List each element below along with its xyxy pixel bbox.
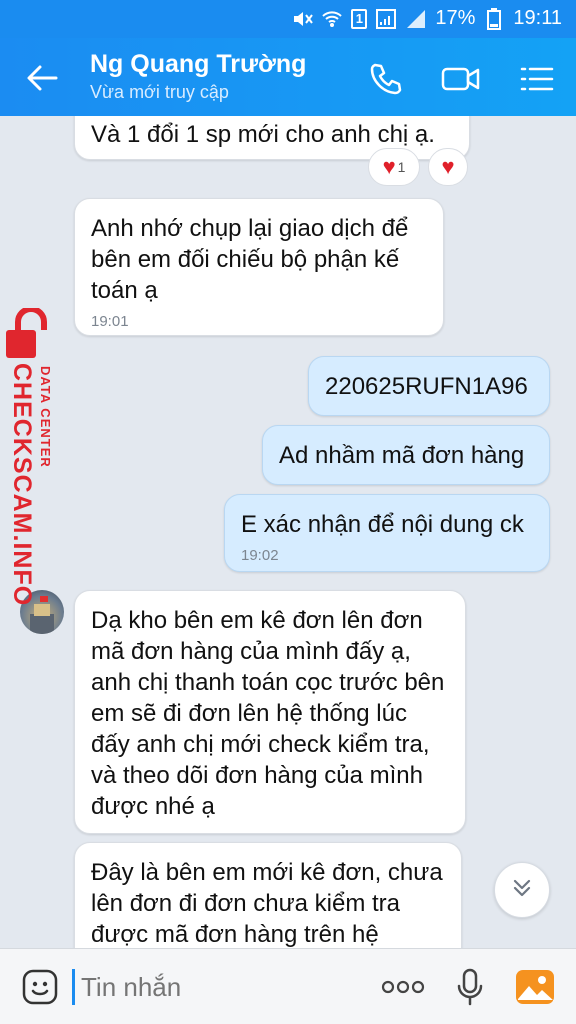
react-button[interactable]: ♥	[428, 148, 468, 186]
battery-percent: 17%	[435, 7, 476, 29]
chat-header: Ng Quang Trường Vừa mới truy cập	[0, 38, 576, 116]
message-incoming[interactable]: Đây là bên em mới kê đơn, chưa lên đơn đ…	[74, 842, 462, 948]
message-outgoing[interactable]: E xác nhận để nội dung ck 19:02	[224, 494, 550, 572]
lock-icon	[6, 308, 47, 358]
contact-name[interactable]: Ng Quang Trường	[90, 50, 306, 79]
menu-list-icon[interactable]	[518, 60, 556, 98]
message-time: 19:01	[91, 313, 129, 330]
message-text: Và 1 đổi 1 sp mới cho anh chị ạ.	[91, 121, 435, 148]
status-bar: 1 17% 19:11	[0, 0, 576, 38]
message-text: 220625RUFN1A96	[325, 373, 528, 400]
message-text: Dạ kho bên em kê đơn lên đơn mã đơn hàng…	[91, 607, 445, 820]
message-outgoing[interactable]: 220625RUFN1A96	[308, 356, 550, 416]
sim-icon: 1	[351, 8, 368, 29]
double-chevron-down-icon	[509, 875, 535, 906]
watermark: CHECKSCAM.INFO DATA CENTER	[2, 308, 60, 607]
video-call-icon[interactable]	[440, 60, 480, 98]
battery-icon	[483, 7, 505, 30]
message-input[interactable]	[72, 969, 342, 1005]
signal-icon	[375, 8, 397, 30]
watermark-subtext: DATA CENTER	[38, 366, 53, 468]
image-icon[interactable]	[514, 967, 554, 1007]
heart-icon: ♥	[441, 154, 455, 179]
heart-icon: ♥	[382, 154, 396, 179]
message-incoming[interactable]: Anh nhớ chụp lại giao dịch để bên em đối…	[74, 198, 444, 336]
reaction-count-text: 1	[397, 159, 406, 175]
message-input-bar	[0, 948, 576, 1024]
reaction-count[interactable]: ♥ 1	[368, 148, 420, 186]
signal-2-icon	[405, 8, 427, 30]
message-text: Đây là bên em mới kê đơn, chưa lên đơn đ…	[91, 859, 443, 948]
phone-icon[interactable]	[366, 60, 404, 98]
message-text: Ad nhầm mã đơn hàng	[279, 442, 525, 469]
message-time: 19:02	[241, 547, 279, 564]
scroll-down-button[interactable]	[494, 862, 550, 918]
mute-icon	[291, 8, 314, 30]
contact-status: Vừa mới truy cập	[90, 82, 229, 102]
message-list[interactable]: Và 1 đổi 1 sp mới cho anh chị ạ. ♥ 1 ♥ A…	[0, 116, 576, 948]
clock: 19:11	[513, 7, 562, 29]
more-options-icon[interactable]	[380, 967, 426, 1007]
back-arrow-icon[interactable]	[22, 58, 62, 98]
emoji-icon[interactable]	[20, 967, 60, 1007]
message-incoming[interactable]: Dạ kho bên em kê đơn lên đơn mã đơn hàng…	[74, 590, 466, 834]
message-text: Anh nhớ chụp lại giao dịch để bên em đối…	[91, 215, 409, 304]
microphone-icon[interactable]	[450, 967, 490, 1007]
wifi-icon	[321, 8, 343, 30]
message-outgoing[interactable]: Ad nhầm mã đơn hàng	[262, 425, 550, 485]
message-text: E xác nhận để nội dung ck	[241, 511, 524, 538]
watermark-text: CHECKSCAM.INFO	[8, 363, 36, 607]
